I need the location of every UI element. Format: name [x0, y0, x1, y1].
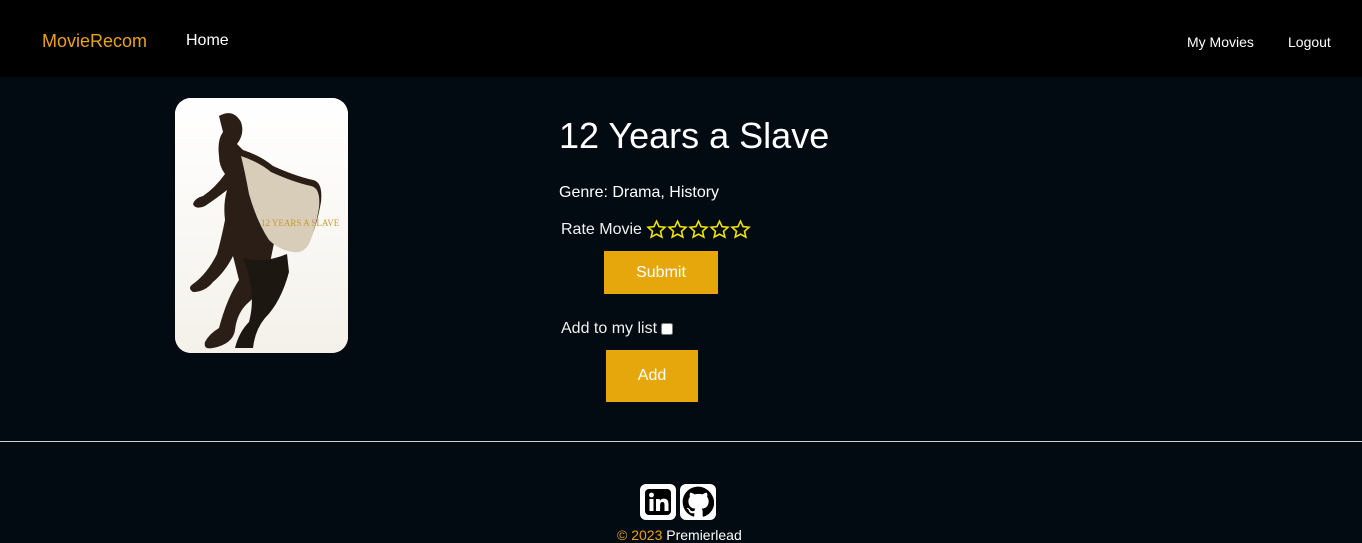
footer-divider [0, 441, 1362, 442]
star-5-icon[interactable] [730, 219, 751, 240]
nav-logout-link[interactable]: Logout [1288, 34, 1331, 50]
movie-title: 12 Years a Slave [559, 115, 830, 156]
copyright-owner[interactable]: Premierlead [666, 527, 741, 543]
add-to-list-row: Add to my list [561, 320, 674, 338]
svg-text:12 YEARS A SLAVE: 12 YEARS A SLAVE [261, 218, 340, 228]
add-to-list-checkbox[interactable] [661, 323, 674, 335]
star-1-icon[interactable] [646, 219, 667, 240]
footer-copyright: © 2023 Premierlead [617, 527, 742, 543]
submit-rating-button[interactable]: Submit [604, 251, 718, 294]
star-2-icon[interactable] [667, 219, 688, 240]
nav-home-link[interactable]: Home [186, 32, 229, 50]
add-to-list-label: Add to my list [561, 320, 658, 337]
rating-row: Rate Movie [561, 219, 751, 240]
star-3-icon[interactable] [688, 219, 709, 240]
nav-my-movies-link[interactable]: My Movies [1187, 34, 1254, 50]
star-4-icon[interactable] [709, 219, 730, 240]
add-to-list-button[interactable]: Add [606, 350, 698, 402]
brand-link[interactable]: MovieRecom [42, 31, 147, 52]
social-links [640, 484, 716, 520]
star-rating [646, 219, 751, 240]
movie-genre: Genre: Drama, History [559, 184, 720, 201]
navbar: MovieRecom Home My Movies Logout [0, 0, 1362, 77]
linkedin-icon[interactable] [640, 484, 676, 520]
rate-movie-label: Rate Movie [561, 220, 642, 238]
github-icon[interactable] [680, 484, 716, 520]
copyright-year: © 2023 [617, 527, 663, 543]
movie-poster: 12 YEARS A SLAVE [175, 98, 348, 353]
